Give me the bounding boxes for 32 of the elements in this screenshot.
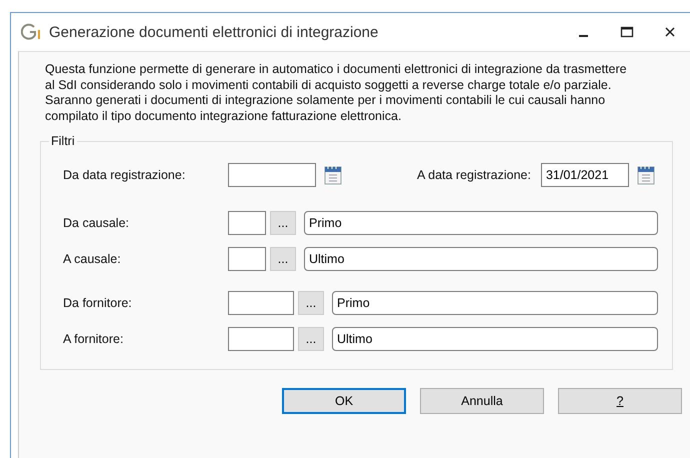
date-field[interactable]: 31/01/2021: [540, 163, 629, 187]
lookup-button[interactable]: ...: [270, 247, 296, 271]
description-field[interactable]: Primo: [332, 291, 658, 315]
description-text: Questa funzione permette di generare in automatico i documenti elettronici di integrazione da trasmettere al SdI considerando solo i movimenti contabili di acquisto soggetti a reverse charge totale e/o parziale.: [45, 62, 628, 93]
description-field[interactable]: Primo: [304, 211, 658, 235]
calendar-icon[interactable]: [636, 165, 655, 185]
description-field[interactable]: Ultimo: [332, 327, 658, 351]
field-label: Da data registrazione:: [63, 168, 186, 182]
code-field[interactable]: [228, 327, 294, 351]
calendar-icon[interactable]: [324, 165, 342, 185]
dialog-button[interactable]: OK: [282, 388, 406, 414]
dialog-button[interactable]: ?: [558, 388, 682, 414]
description-text: Saranno generati i documenti di integrazione solamente per i movimenti contabili le cui causali hanno compilato il tipo documento integrazione fatturazione elettronica.: [45, 93, 606, 124]
code-field[interactable]: [228, 291, 294, 315]
code-field[interactable]: [228, 247, 266, 271]
code-field[interactable]: [228, 211, 266, 235]
date-field[interactable]: [228, 163, 316, 187]
field-label: Da fornitore:: [63, 296, 133, 310]
close-icon[interactable]: [664, 26, 676, 38]
description-field[interactable]: Ultimo: [304, 247, 658, 271]
field-label: A causale:: [63, 252, 122, 266]
maximize-icon[interactable]: [620, 26, 634, 38]
field-label: Da causale:: [63, 216, 130, 230]
field-label: A data registrazione:: [417, 168, 531, 182]
lookup-button[interactable]: ...: [298, 291, 324, 315]
group-legend: Filtri: [49, 134, 77, 148]
window-title: Generazione documenti elettronici di integrazione: [49, 24, 378, 40]
field-label: A fornitore:: [63, 332, 124, 346]
lookup-button[interactable]: ...: [298, 327, 324, 351]
dialog-button[interactable]: Annulla: [420, 388, 544, 414]
logo-icon: [21, 23, 43, 41]
lookup-button[interactable]: ...: [270, 211, 296, 235]
